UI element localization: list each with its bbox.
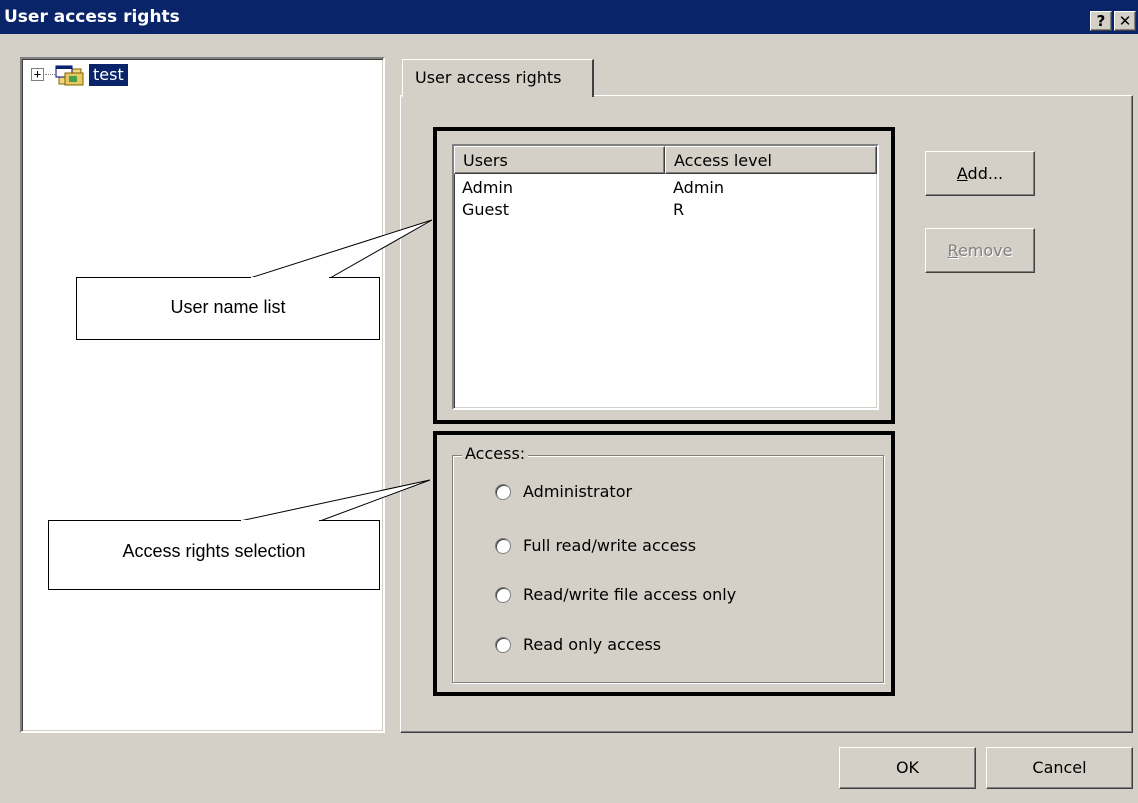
callout-pointers — [239, 219, 433, 522]
callout-pointer-user-list — [249, 219, 433, 279]
callout-user-list-text: User name list — [170, 297, 286, 317]
tab-user-access-rights[interactable]: User access rights — [402, 59, 594, 97]
callout-pointer-access-rights — [239, 479, 431, 522]
ok-button[interactable]: OK — [839, 747, 976, 789]
cancel-button[interactable]: Cancel — [986, 747, 1133, 789]
callout-access-rights-text: Access rights selection — [122, 541, 306, 561]
